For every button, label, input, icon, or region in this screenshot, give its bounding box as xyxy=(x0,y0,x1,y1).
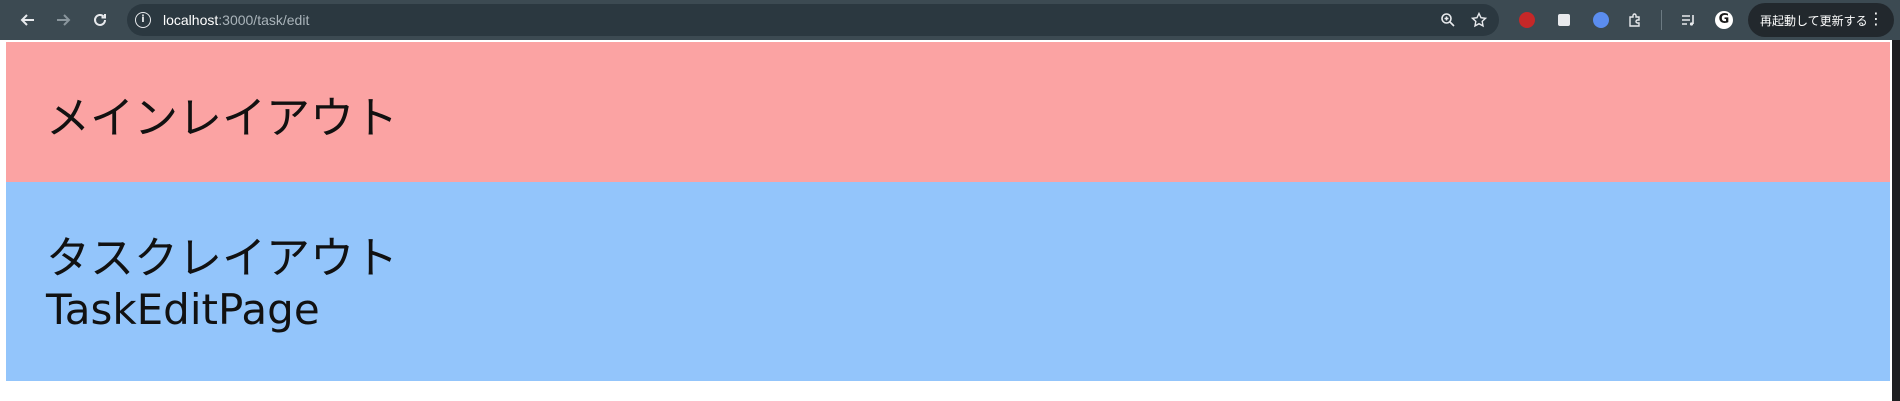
zoom-icon[interactable] xyxy=(1436,8,1460,32)
devtools-edge xyxy=(1890,40,1900,401)
relaunch-update-label: 再起動して更新する xyxy=(1760,13,1868,28)
more-vert-icon[interactable]: ⋮ xyxy=(1868,9,1884,28)
toolbar-separator xyxy=(1661,10,1662,30)
reading-list-icon[interactable] xyxy=(1676,8,1700,32)
url-path: :3000/task/edit xyxy=(218,12,310,28)
forward-arrow-icon[interactable] xyxy=(49,6,77,34)
task-layout-section: タスクレイアウト TaskEditPage xyxy=(6,182,1890,381)
task-layout-title: タスクレイアウト xyxy=(46,233,398,284)
reload-icon[interactable] xyxy=(86,6,114,34)
google-account-icon[interactable]: G xyxy=(1712,8,1736,32)
puzzle-extensions-icon[interactable] xyxy=(1623,8,1647,32)
main-layout-section: メインレイアウト xyxy=(6,42,1890,182)
extension-red-icon[interactable] xyxy=(1515,8,1539,32)
star-icon[interactable] xyxy=(1467,8,1491,32)
main-layout-title: メインレイアウト xyxy=(46,93,398,144)
page-name-text: TaskEditPage xyxy=(46,285,320,334)
relaunch-update-button[interactable]: 再起動して更新する ⋮ xyxy=(1748,3,1894,37)
browser-toolbar: i localhost:3000/task/edit G 再起動して更新する ⋮ xyxy=(0,0,1900,40)
extension-blue-icon[interactable] xyxy=(1589,8,1613,32)
url-host: localhost xyxy=(163,12,219,28)
back-arrow-icon[interactable] xyxy=(14,6,42,34)
url-text[interactable]: localhost:3000/task/edit xyxy=(163,12,309,28)
info-icon[interactable]: i xyxy=(135,12,151,28)
address-bar[interactable]: i localhost:3000/task/edit xyxy=(127,4,1499,36)
extension-doc-icon[interactable] xyxy=(1552,8,1576,32)
